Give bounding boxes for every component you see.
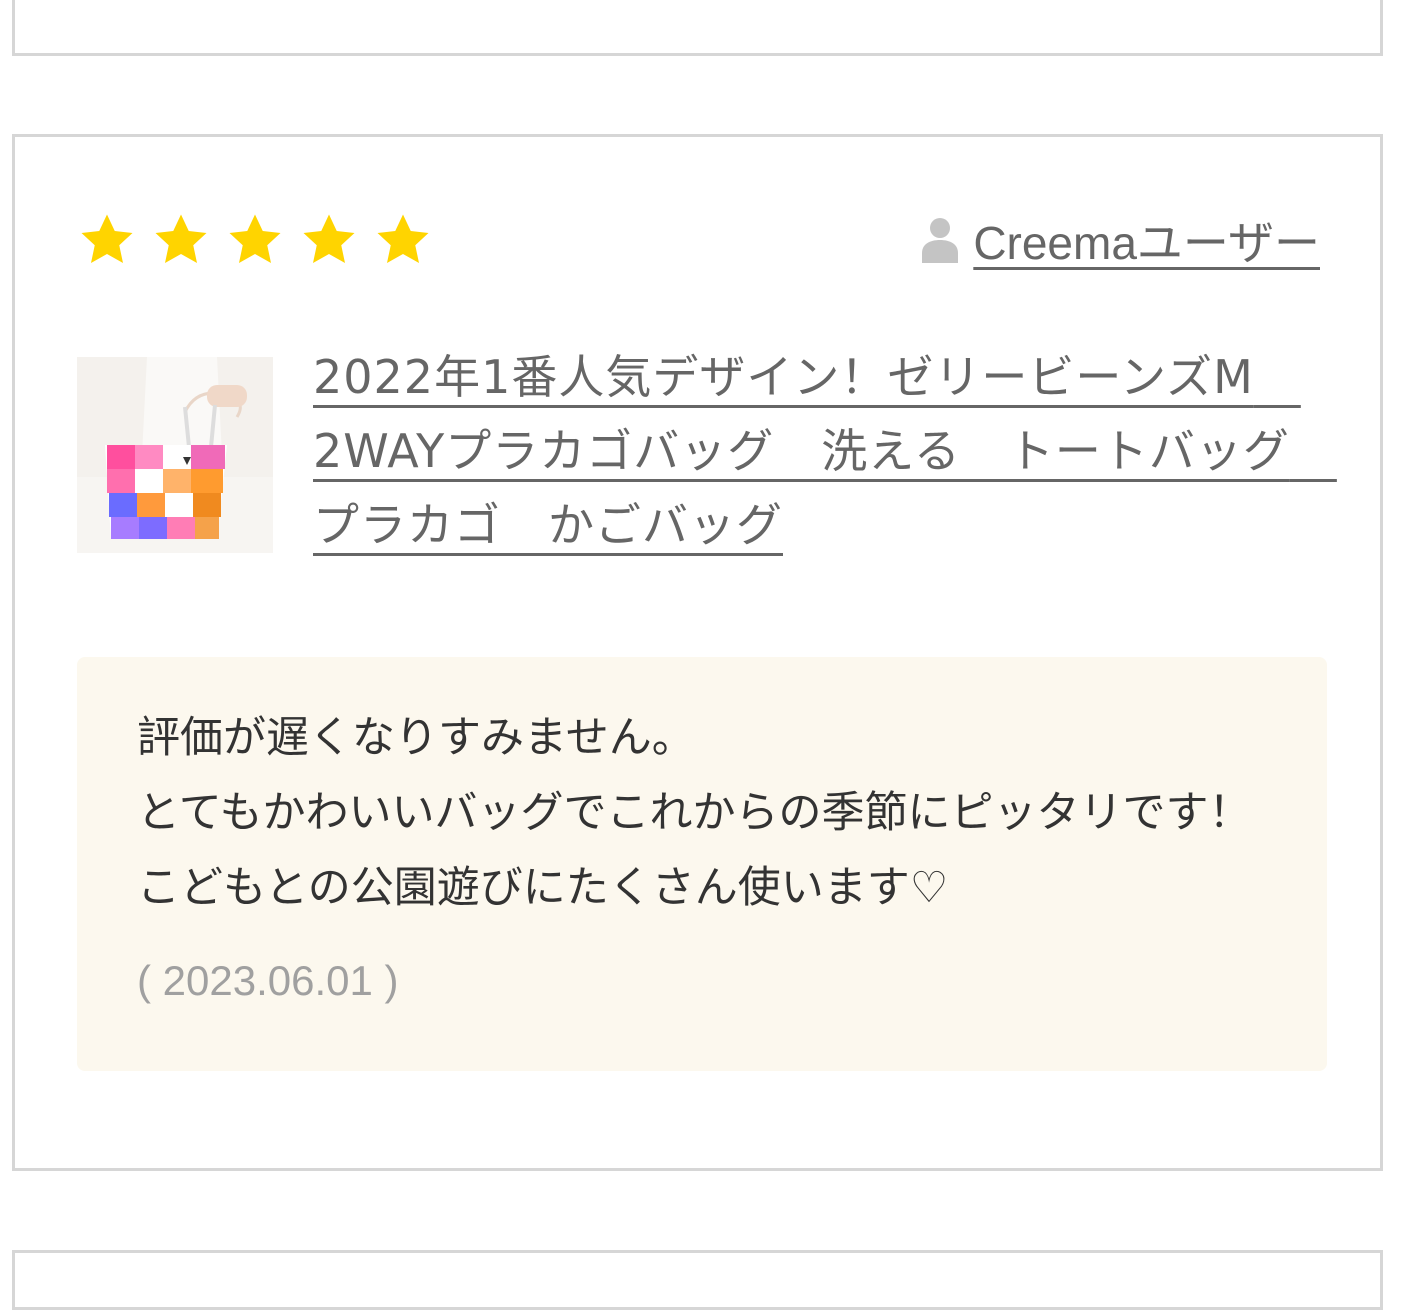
- star-icon: [225, 210, 285, 270]
- reviewer-name-link[interactable]: Creemaユーザー: [973, 207, 1320, 273]
- reviewer: Creemaユーザー: [921, 207, 1320, 273]
- star-icon: [373, 210, 433, 270]
- review-date: ( 2023.06.01 ): [137, 957, 399, 1004]
- star-rating: [77, 210, 433, 270]
- product-title-link[interactable]: 2022年1番人気デザイン！ゼリービーンズM 2WAYプラカゴバッグ 洗える ト…: [313, 340, 1336, 562]
- product-image: [77, 357, 273, 553]
- next-review-card: [12, 1250, 1383, 1310]
- review-comment-box: 評価が遅くなりすみません。 とてもかわいいバッグでこれからの季節にピッタリです！…: [77, 657, 1327, 1071]
- star-icon: [151, 210, 211, 270]
- star-icon: [77, 210, 137, 270]
- product-thumbnail[interactable]: [77, 357, 273, 553]
- review-card: Creemaユーザー 2022年1番人気デザイン！ゼリービーンズM 2WAYプラ…: [12, 134, 1383, 1171]
- user-icon: [922, 218, 959, 263]
- star-icon: [299, 210, 359, 270]
- previous-review-card: [12, 0, 1383, 56]
- review-comment: 評価が遅くなりすみません。 とてもかわいいバッグでこれからの季節にピッタリです！…: [137, 713, 1252, 913]
